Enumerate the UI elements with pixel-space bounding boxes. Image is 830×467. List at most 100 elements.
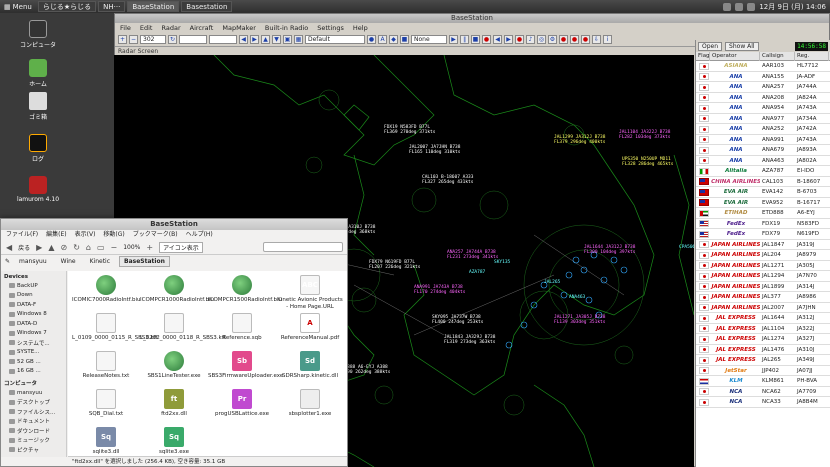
view-mode-select[interactable]: アイコン表示 bbox=[159, 241, 203, 253]
range-field[interactable] bbox=[179, 35, 207, 44]
aircraft-label[interactable]: JAL1104 JA322J B738 FL282 103deg 373kts bbox=[619, 130, 670, 140]
aircraft-label[interactable]: JAL1299 JA312J B738 FL379 296deg 400kts bbox=[554, 135, 605, 145]
refresh-icon[interactable]: ↻ bbox=[168, 35, 177, 44]
alert-icon[interactable]: ● bbox=[515, 35, 524, 44]
pan-right-icon[interactable]: ▶ bbox=[250, 35, 259, 44]
forward-icon[interactable]: ▶ bbox=[504, 35, 513, 44]
list-row[interactable]: ETIHAD ETD888 A6-EYJ bbox=[696, 208, 830, 219]
file-item[interactable]: Sq sqlite3.exe bbox=[140, 427, 208, 456]
aircraft-marker-icon[interactable] bbox=[620, 266, 628, 274]
file-item[interactable]: ReleaseNotes.txt bbox=[72, 351, 140, 380]
list-row[interactable]: JAPAN AIRLINES JAL1899 JA314J bbox=[696, 282, 830, 292]
list-row[interactable]: Alitalia AZA787 EI-IDO bbox=[696, 166, 830, 177]
breadcrumb-basestation[interactable]: BaseStation bbox=[119, 256, 170, 267]
export-icon[interactable]: ⇩ bbox=[592, 35, 601, 44]
list-row[interactable]: JAL EXPRESS JAL265 JA349J bbox=[696, 355, 830, 366]
list-row[interactable]: ANA ANA991 JA743A bbox=[696, 135, 830, 145]
sidebar-item[interactable]: DATA-D bbox=[1, 319, 66, 329]
list-row[interactable]: JetStar JJP402 JA07JJ bbox=[696, 366, 830, 376]
menu-edit[interactable]: 編集(E) bbox=[46, 230, 66, 240]
pause-icon[interactable]: ∥ bbox=[460, 35, 469, 44]
aircraft-label[interactable]: JAL1271 JA305J B738 FL139 303deg 351kts bbox=[554, 315, 605, 325]
menu-file[interactable]: File bbox=[120, 23, 131, 33]
list-row[interactable]: NCA NCA62 JA7709 bbox=[696, 387, 830, 397]
layout-select[interactable]: Default bbox=[305, 35, 365, 44]
aircraft-label[interactable]: ANA991 JA743A B738 FL170 274deg 404kts bbox=[414, 285, 465, 295]
file-item[interactable]: Pr progUSBLattice.exe bbox=[208, 389, 276, 418]
file-item[interactable]: L_0109_0000_0115_R_SBS3.kff bbox=[72, 313, 158, 342]
list-row[interactable]: JAL EXPRESS JAL1644 JA312J bbox=[696, 313, 830, 324]
zoom-field[interactable]: 302 bbox=[140, 35, 166, 44]
column-operator[interactable]: Operator bbox=[710, 52, 760, 61]
file-item[interactable]: sbsplotter1.exe bbox=[276, 389, 344, 418]
back-arrow-icon[interactable]: ◀ bbox=[6, 243, 12, 252]
play-icon[interactable]: ▶ bbox=[449, 35, 458, 44]
list-row[interactable]: ANA ANA463 JA802A bbox=[696, 156, 830, 166]
sidebar-item[interactable]: 52 GB ... bbox=[1, 357, 66, 367]
list-row[interactable]: NCA NCA33 JA8B4M bbox=[696, 397, 830, 408]
file-item[interactable]: ICOMPCR1000RadioIntf.biu bbox=[140, 275, 214, 304]
taskbar-item-nh[interactable]: NH··· bbox=[98, 1, 126, 12]
aircraft-marker-icon[interactable] bbox=[580, 266, 588, 274]
sidebar-item[interactable]: Down bbox=[1, 291, 66, 301]
list-row[interactable]: ANA ANA679 JA893A bbox=[696, 145, 830, 156]
pan-down-icon[interactable]: ▼ bbox=[272, 35, 281, 44]
sidebar-item[interactable]: 16 GB ... bbox=[1, 367, 66, 377]
sidebar-item[interactable]: Windows 7 bbox=[1, 329, 66, 339]
computer-icon[interactable]: ▭ bbox=[97, 243, 105, 252]
list-row[interactable]: JAPAN AIRLINES JAL204 JA8979 bbox=[696, 250, 830, 261]
list-row[interactable]: ANA ANA954 JA743A bbox=[696, 103, 830, 114]
file-item[interactable]: ICOMIC7000RadioIntf.biu bbox=[72, 275, 141, 304]
file-item[interactable]: ICOMPCR1500RadioIntf.biu bbox=[208, 275, 282, 304]
show-all-button[interactable]: Show All bbox=[725, 41, 759, 51]
list-row[interactable]: KLM KLM861 PH-BVA bbox=[696, 376, 830, 387]
tracks-icon[interactable]: ◆ bbox=[389, 35, 398, 44]
network-icon[interactable] bbox=[723, 2, 732, 11]
breadcrumb-kinetic[interactable]: Kinetic bbox=[85, 256, 115, 267]
aircraft-marker-icon[interactable] bbox=[585, 296, 593, 304]
range-field-2[interactable] bbox=[209, 35, 237, 44]
record2-icon[interactable]: ● bbox=[559, 35, 568, 44]
sidebar-item[interactable]: ファイルシス... bbox=[1, 407, 66, 417]
home-icon[interactable]: ⌂ bbox=[86, 243, 91, 252]
menu-mapmaker[interactable]: MapMaker bbox=[222, 23, 256, 33]
list-row[interactable]: JAPAN AIRLINES JAL2007 JA7JHN bbox=[696, 303, 830, 313]
aircraft-marker-icon[interactable] bbox=[600, 276, 608, 284]
aircraft-marker-icon[interactable] bbox=[560, 291, 568, 299]
list-row[interactable]: ANA ANA155 JA-ADF bbox=[696, 72, 830, 82]
record3-icon[interactable]: ● bbox=[570, 35, 579, 44]
grid-icon[interactable]: ▦ bbox=[294, 35, 303, 44]
column-flag[interactable]: Flag bbox=[696, 52, 710, 61]
menu-help[interactable]: ヘルプ(H) bbox=[186, 230, 213, 240]
sidebar-item[interactable]: ピクチャ bbox=[1, 445, 66, 455]
aircraft-label[interactable]: CAL103 B-18607 A333 FL327 265deg 431kts bbox=[422, 175, 473, 185]
desktop-icon-home[interactable]: ホーム bbox=[8, 59, 68, 88]
desktop-icon-trash[interactable]: ゴミ箱 bbox=[8, 92, 68, 121]
taskbar-item-basestation[interactable]: BaseStation bbox=[127, 1, 180, 12]
aircraft-label[interactable]: ANA257 JA744A B738 FL231 273deg 341kts bbox=[447, 250, 498, 260]
file-item[interactable]: ABC Kinetic Avionic Products - Home Page.… bbox=[276, 275, 344, 310]
column-reg[interactable]: Reg. bbox=[795, 52, 829, 61]
taskbar-item-radio[interactable]: らじる★らじる bbox=[37, 1, 97, 12]
desktop-icon-log[interactable]: ログ bbox=[8, 134, 68, 163]
list-row[interactable]: FedEx FDX79 N619FD bbox=[696, 229, 830, 240]
column-callsign[interactable]: Callsign bbox=[760, 52, 795, 61]
menu-help[interactable]: Help bbox=[353, 23, 368, 33]
filter-select[interactable]: None bbox=[411, 35, 447, 44]
aircraft-marker-icon[interactable] bbox=[572, 256, 580, 264]
back-button[interactable]: 戻る bbox=[18, 243, 30, 252]
zoom-in-icon[interactable]: + bbox=[146, 243, 153, 252]
file-item[interactable]: SBS1LineTester.exe bbox=[140, 351, 208, 380]
fields-icon[interactable]: ■ bbox=[400, 35, 409, 44]
record4-icon[interactable]: ● bbox=[581, 35, 590, 44]
breadcrumb-wine[interactable]: Wine bbox=[56, 256, 81, 267]
list-row[interactable]: JAPAN AIRLINES JAL377 JA8986 bbox=[696, 292, 830, 303]
list-row[interactable]: CHINA AIRLINES CAL103 B-18607 bbox=[696, 177, 830, 187]
list-row[interactable]: JAPAN AIRLINES JAL1294 JA7N70 bbox=[696, 271, 830, 282]
list-row[interactable]: JAL EXPRESS JAL1274 JA327J bbox=[696, 334, 830, 345]
search-input[interactable] bbox=[263, 242, 343, 252]
sidebar-item[interactable]: ドキュメント bbox=[1, 417, 66, 427]
center-icon[interactable]: ▣ bbox=[283, 35, 292, 44]
aircraft-label[interactable]: UPS350 N250UP MD11 FL328 286deg 465kts bbox=[622, 157, 673, 167]
file-item[interactable]: Sd SDRSharp.kinetic.dll bbox=[276, 351, 344, 380]
